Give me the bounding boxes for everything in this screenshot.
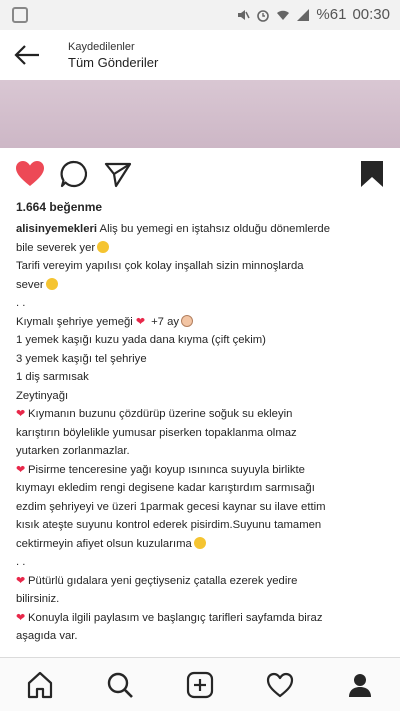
- sick-face-emoji-icon: [193, 536, 206, 549]
- caption-line: ❤ Kıymanın buzunu çözdürüp üzerine soğuk …: [16, 405, 388, 424]
- caption-text: Kıymanın buzunu çözdürüp üzerine soğuk s…: [28, 408, 293, 420]
- caption-line: yutarken zorlanmazlar.: [16, 445, 130, 457]
- bookmark-icon[interactable]: [356, 158, 388, 190]
- caption-text: +7 ay: [151, 315, 180, 328]
- caption-text: Pisirme tenceresine yağı koyup ısınınca …: [28, 463, 305, 476]
- caption-line: . .: [16, 297, 26, 309]
- comment-icon[interactable]: [58, 158, 90, 190]
- caption-line: bile severek yer: [16, 239, 388, 258]
- post-action-bar: [0, 152, 400, 196]
- caption-line: ❤ Konuyla ilgili paylasım ve başlangıç ta…: [16, 609, 388, 628]
- caption-text: Kıymalı şehriye yemeği: [16, 315, 133, 328]
- caption-text: Konuyla ilgili paylasım ve başlangıç tar…: [28, 611, 323, 624]
- caption-line: Kıymalı şehriye yemeği ❤ +7 ay: [16, 313, 388, 332]
- caption-line: 1 diş sarmısak: [16, 371, 89, 383]
- caption-line: Zeytinyağı: [16, 389, 69, 402]
- post-photo[interactable]: [0, 80, 400, 148]
- arrow-left-icon[interactable]: [12, 40, 42, 70]
- caption-line: Tarifi vereyim yapılısı çok kolay inşall…: [16, 260, 304, 272]
- red-heart-emoji-icon: ❤: [16, 463, 26, 476]
- app-header: Kaydedilenler Tüm Gönderiler: [0, 30, 400, 80]
- caption-line: 3 yemek kaşığı tel şehriye: [16, 352, 147, 365]
- caption-text: cektirmeyin afiyet olsun kuzularıma: [16, 537, 192, 550]
- wifi-icon: [277, 10, 290, 20]
- activity-heart-icon[interactable]: [265, 670, 295, 700]
- mute-icon: [238, 9, 251, 20]
- battery-level: %61: [316, 6, 347, 23]
- smiling-emoji-icon: [45, 277, 58, 290]
- caption-username[interactable]: alisinyemekleri: [16, 223, 97, 235]
- caption-text: Pütürlü gıdalara yeni geçtiyseniz çatall…: [28, 574, 298, 587]
- caption-text: Aliş bu yemegi en iştahsız olduğu döneml…: [97, 223, 330, 235]
- caption-line: cektirmeyin afiyet olsun kuzularıma: [16, 535, 388, 554]
- baby-emoji-icon: [181, 314, 194, 327]
- red-heart-emoji-icon: ❤: [135, 315, 146, 328]
- caption-line: bilirsiniz.: [16, 593, 60, 605]
- status-icons: [236, 8, 310, 22]
- caption-line: . .: [16, 556, 26, 568]
- red-heart-emoji-icon: ❤: [16, 574, 26, 587]
- caption-line: alisinyemekleri Aliş bu yemegi en iştahs…: [16, 220, 388, 239]
- caption-line: sever: [16, 276, 388, 295]
- heart-icon[interactable]: [14, 158, 46, 190]
- search-icon[interactable]: [105, 670, 135, 700]
- alarm-icon: [257, 9, 270, 22]
- status-bar: %61 00:30: [0, 0, 400, 30]
- header-title: Tüm Gönderiler: [68, 55, 159, 70]
- profile-icon[interactable]: [345, 670, 375, 700]
- caption-line: karıştırın böylelikle yumusar piserken t…: [16, 426, 297, 439]
- heart-eyes-emoji-icon: [97, 240, 110, 253]
- caption-line: aşagıda var.: [16, 630, 78, 642]
- red-heart-emoji-icon: ❤: [16, 611, 26, 624]
- home-icon[interactable]: [25, 670, 55, 700]
- add-post-icon[interactable]: [185, 670, 215, 700]
- gallery-notification-icon: [12, 7, 28, 23]
- caption-text: sever: [16, 278, 44, 291]
- caption-line: 1 yemek kaşığı kuzu yada dana kıyma (çif…: [16, 334, 266, 346]
- header-subtitle: Kaydedilenler: [68, 41, 135, 53]
- send-icon[interactable]: [102, 158, 134, 190]
- caption-line: ❤ Pisirme tenceresine yağı koyup ısınınca…: [16, 461, 388, 480]
- caption-line: kısık ateşte suyunu kontrol ederek pisir…: [16, 519, 322, 531]
- signal-icon: [297, 8, 310, 21]
- caption-line: ❤ Pütürlü gıdalara yeni geçtiyseniz çatal…: [16, 572, 388, 591]
- caption-text: bile severek yer: [16, 241, 96, 254]
- red-heart-emoji-icon: ❤: [16, 408, 26, 420]
- clock: 00:30: [352, 6, 390, 23]
- post-caption: alisinyemekleri Aliş bu yemegi en iştahs…: [16, 220, 388, 646]
- bottom-nav: [0, 657, 400, 711]
- caption-line: ezdim şehriyeyi ve üzeri 1parmak gecesi …: [16, 500, 326, 513]
- status-right: %61 00:30: [236, 6, 390, 23]
- likes-count[interactable]: 1.664 beğenme: [16, 200, 102, 214]
- caption-line: kıymayı ekledim rengi degisene kadar kar…: [16, 482, 315, 494]
- plate-rim: [0, 80, 400, 148]
